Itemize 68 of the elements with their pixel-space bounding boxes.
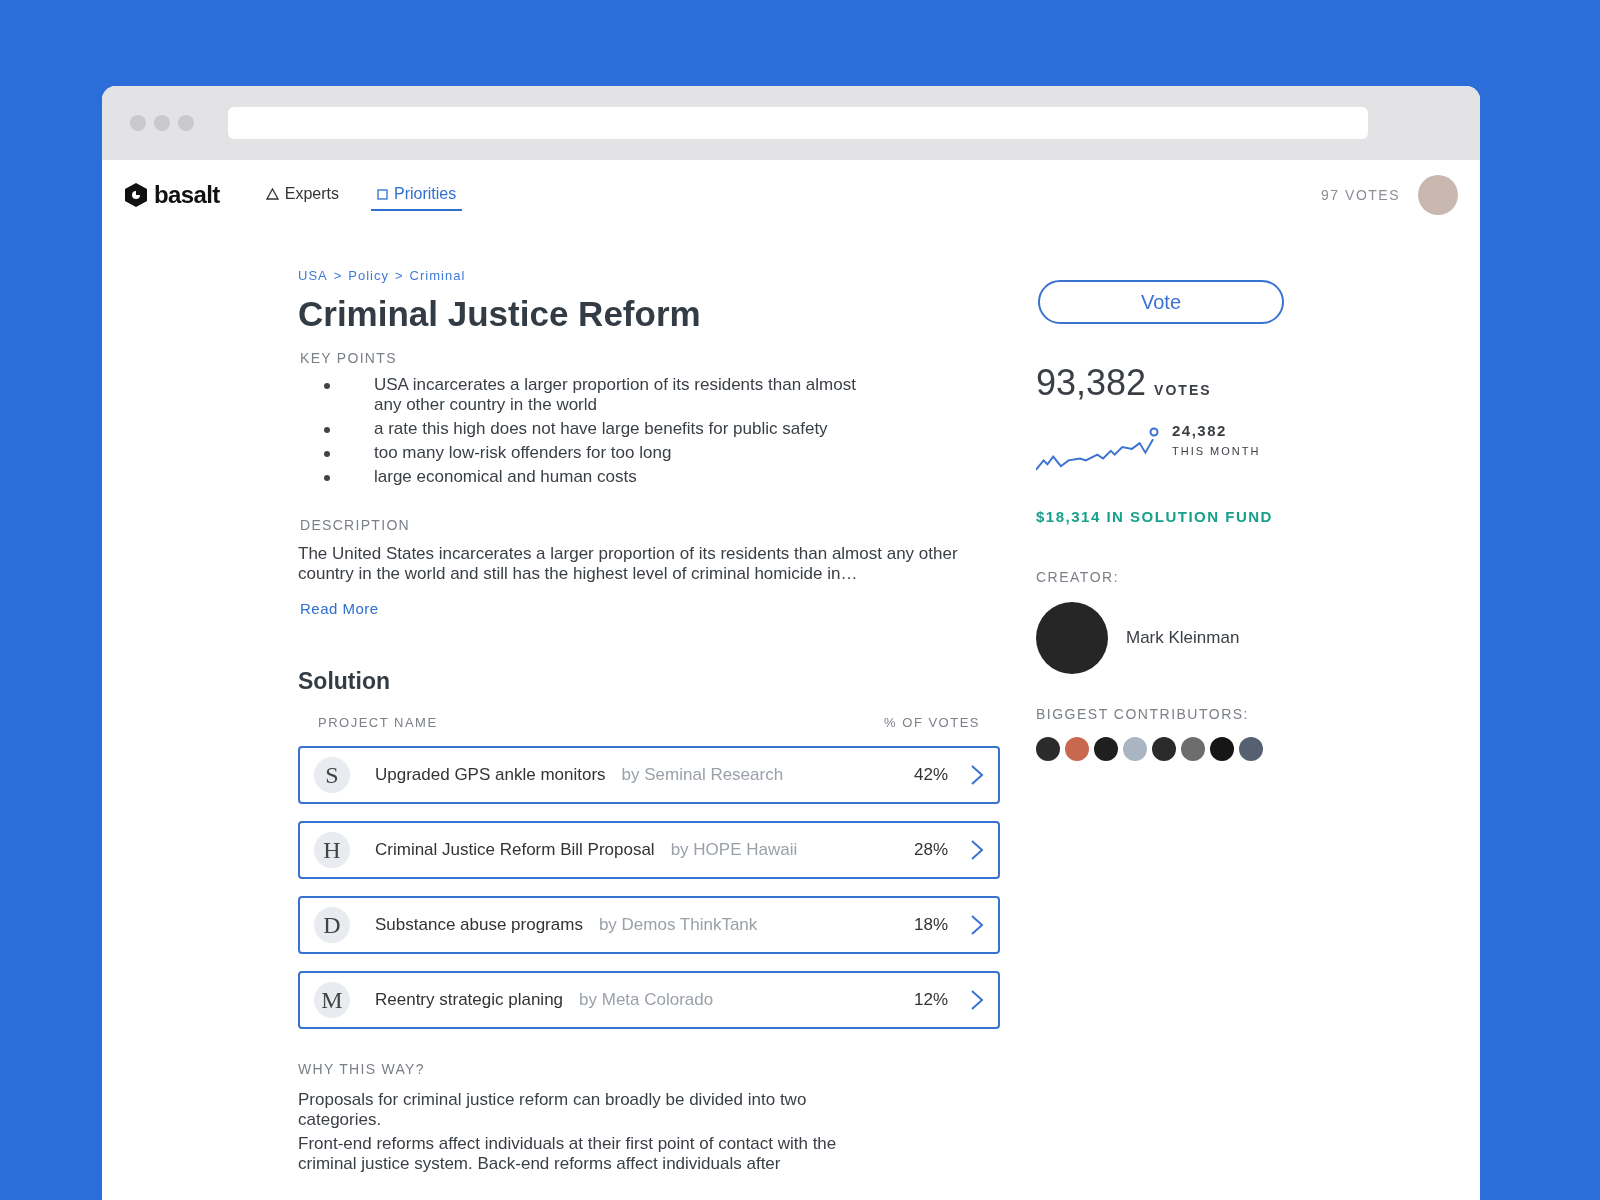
square-icon bbox=[377, 188, 388, 200]
paragraph: Proposals for criminal justice reform can broadly be divided into two categories. bbox=[298, 1090, 808, 1130]
creator-name[interactable]: Mark Kleinman bbox=[1126, 624, 1240, 651]
project-author: by Demos ThinkTank bbox=[598, 914, 758, 937]
breadcrumb-separator: > bbox=[333, 267, 343, 285]
paragraph: Front-end reforms affect individuals at their first point of contact with the criminal justice system. Back-end reforms affect individuals after bbox=[298, 1134, 838, 1174]
section-label: DESCRIPTION bbox=[300, 515, 411, 535]
project-author: by Seminal Research bbox=[621, 764, 784, 787]
initial-badge: D bbox=[314, 907, 350, 943]
triangle-icon bbox=[265, 188, 279, 200]
solution-fund: $18,314 IN SOLUTION FUND bbox=[1036, 507, 1274, 527]
section-label: WHY THIS WAY? bbox=[298, 1060, 426, 1079]
solution-row[interactable]: D Substance abuse programs by Demos ThinkTank 18% bbox=[298, 896, 1000, 954]
section-title: Solution bbox=[298, 667, 391, 696]
breadcrumb-link[interactable]: Policy bbox=[348, 266, 389, 286]
vote-percent: 28% bbox=[913, 839, 948, 862]
breadcrumb-link[interactable]: Criminal bbox=[409, 266, 466, 286]
chevron-right-icon bbox=[970, 764, 984, 786]
section-label: BIGGEST CONTRIBUTORS: bbox=[1036, 704, 1250, 724]
logo-text: basalt bbox=[154, 180, 220, 210]
initial-badge: M bbox=[314, 982, 350, 1018]
vote-button[interactable]: Vote bbox=[1038, 280, 1284, 324]
bullet-icon bbox=[324, 450, 330, 457]
initial-badge: S bbox=[314, 757, 350, 793]
section-label: CREATOR: bbox=[1036, 567, 1121, 587]
page-title: Criminal Justice Reform bbox=[298, 292, 702, 335]
votes-label: VOTES bbox=[1154, 381, 1212, 400]
vote-percent: 12% bbox=[913, 989, 948, 1012]
solution-row[interactable]: S Upgraded GPS ankle monitors by Seminal Research 42% bbox=[298, 746, 1000, 804]
breadcrumb-separator: > bbox=[395, 267, 404, 285]
contributor-avatar[interactable] bbox=[1239, 736, 1263, 761]
initial-badge: H bbox=[314, 832, 350, 868]
contributor-avatar[interactable] bbox=[1036, 736, 1060, 761]
description-text: The United States incarcerates a larger proportion of its residents than almost any other country in the world and still has the highest level of criminal homicide in… bbox=[298, 543, 959, 584]
chevron-right-icon bbox=[970, 989, 984, 1011]
project-author: by HOPE Hawaii bbox=[670, 839, 798, 862]
key-point: a rate this high does not have large benefits for public safety bbox=[374, 418, 829, 439]
project-name: Upgraded GPS ankle monitors bbox=[375, 764, 606, 787]
project-name: Criminal Justice Reform Bill Proposal bbox=[375, 839, 655, 862]
column-header: % OF VOTES bbox=[884, 713, 980, 732]
section-label: KEY POINTS bbox=[300, 348, 398, 368]
contributor-avatar[interactable] bbox=[1094, 736, 1118, 761]
chevron-right-icon bbox=[970, 839, 984, 861]
project-author: by Meta Colorado bbox=[579, 989, 714, 1012]
solution-row[interactable]: M Reentry strategic planing by Meta Colorado 12% bbox=[298, 971, 1000, 1029]
votes-total: 93,382 bbox=[1036, 361, 1147, 405]
project-name: Reentry strategic planing bbox=[375, 989, 564, 1012]
logo-icon bbox=[124, 182, 148, 208]
key-point: too many low-risk offenders for too long bbox=[374, 442, 673, 463]
nav-tab[interactable]: Priorities bbox=[371, 179, 463, 211]
column-header: PROJECT NAME bbox=[318, 713, 438, 732]
vote-percent: 42% bbox=[913, 764, 948, 787]
chevron-right-icon bbox=[970, 914, 984, 936]
bullet-icon bbox=[324, 426, 330, 433]
contributor-avatar[interactable] bbox=[1152, 736, 1176, 761]
votes-count: 97 VOTES bbox=[1321, 185, 1400, 205]
vote-percent: 18% bbox=[913, 914, 948, 937]
month-label: THIS MONTH bbox=[1172, 443, 1261, 459]
read-more-link[interactable]: Read More bbox=[300, 597, 379, 620]
contributor-avatar[interactable] bbox=[1210, 736, 1234, 761]
bullet-icon bbox=[324, 474, 330, 481]
key-point: large economical and human costs bbox=[374, 466, 638, 487]
breadcrumb-link[interactable]: USA bbox=[298, 266, 328, 286]
nav-tab[interactable]: Experts bbox=[263, 179, 341, 211]
bullet-icon bbox=[324, 382, 330, 389]
project-name: Substance abuse programs bbox=[375, 914, 583, 937]
solution-row[interactable]: H Criminal Justice Reform Bill Proposal by HOPE Hawaii 28% bbox=[298, 821, 1000, 879]
month-votes: 24,382 bbox=[1172, 421, 1228, 441]
